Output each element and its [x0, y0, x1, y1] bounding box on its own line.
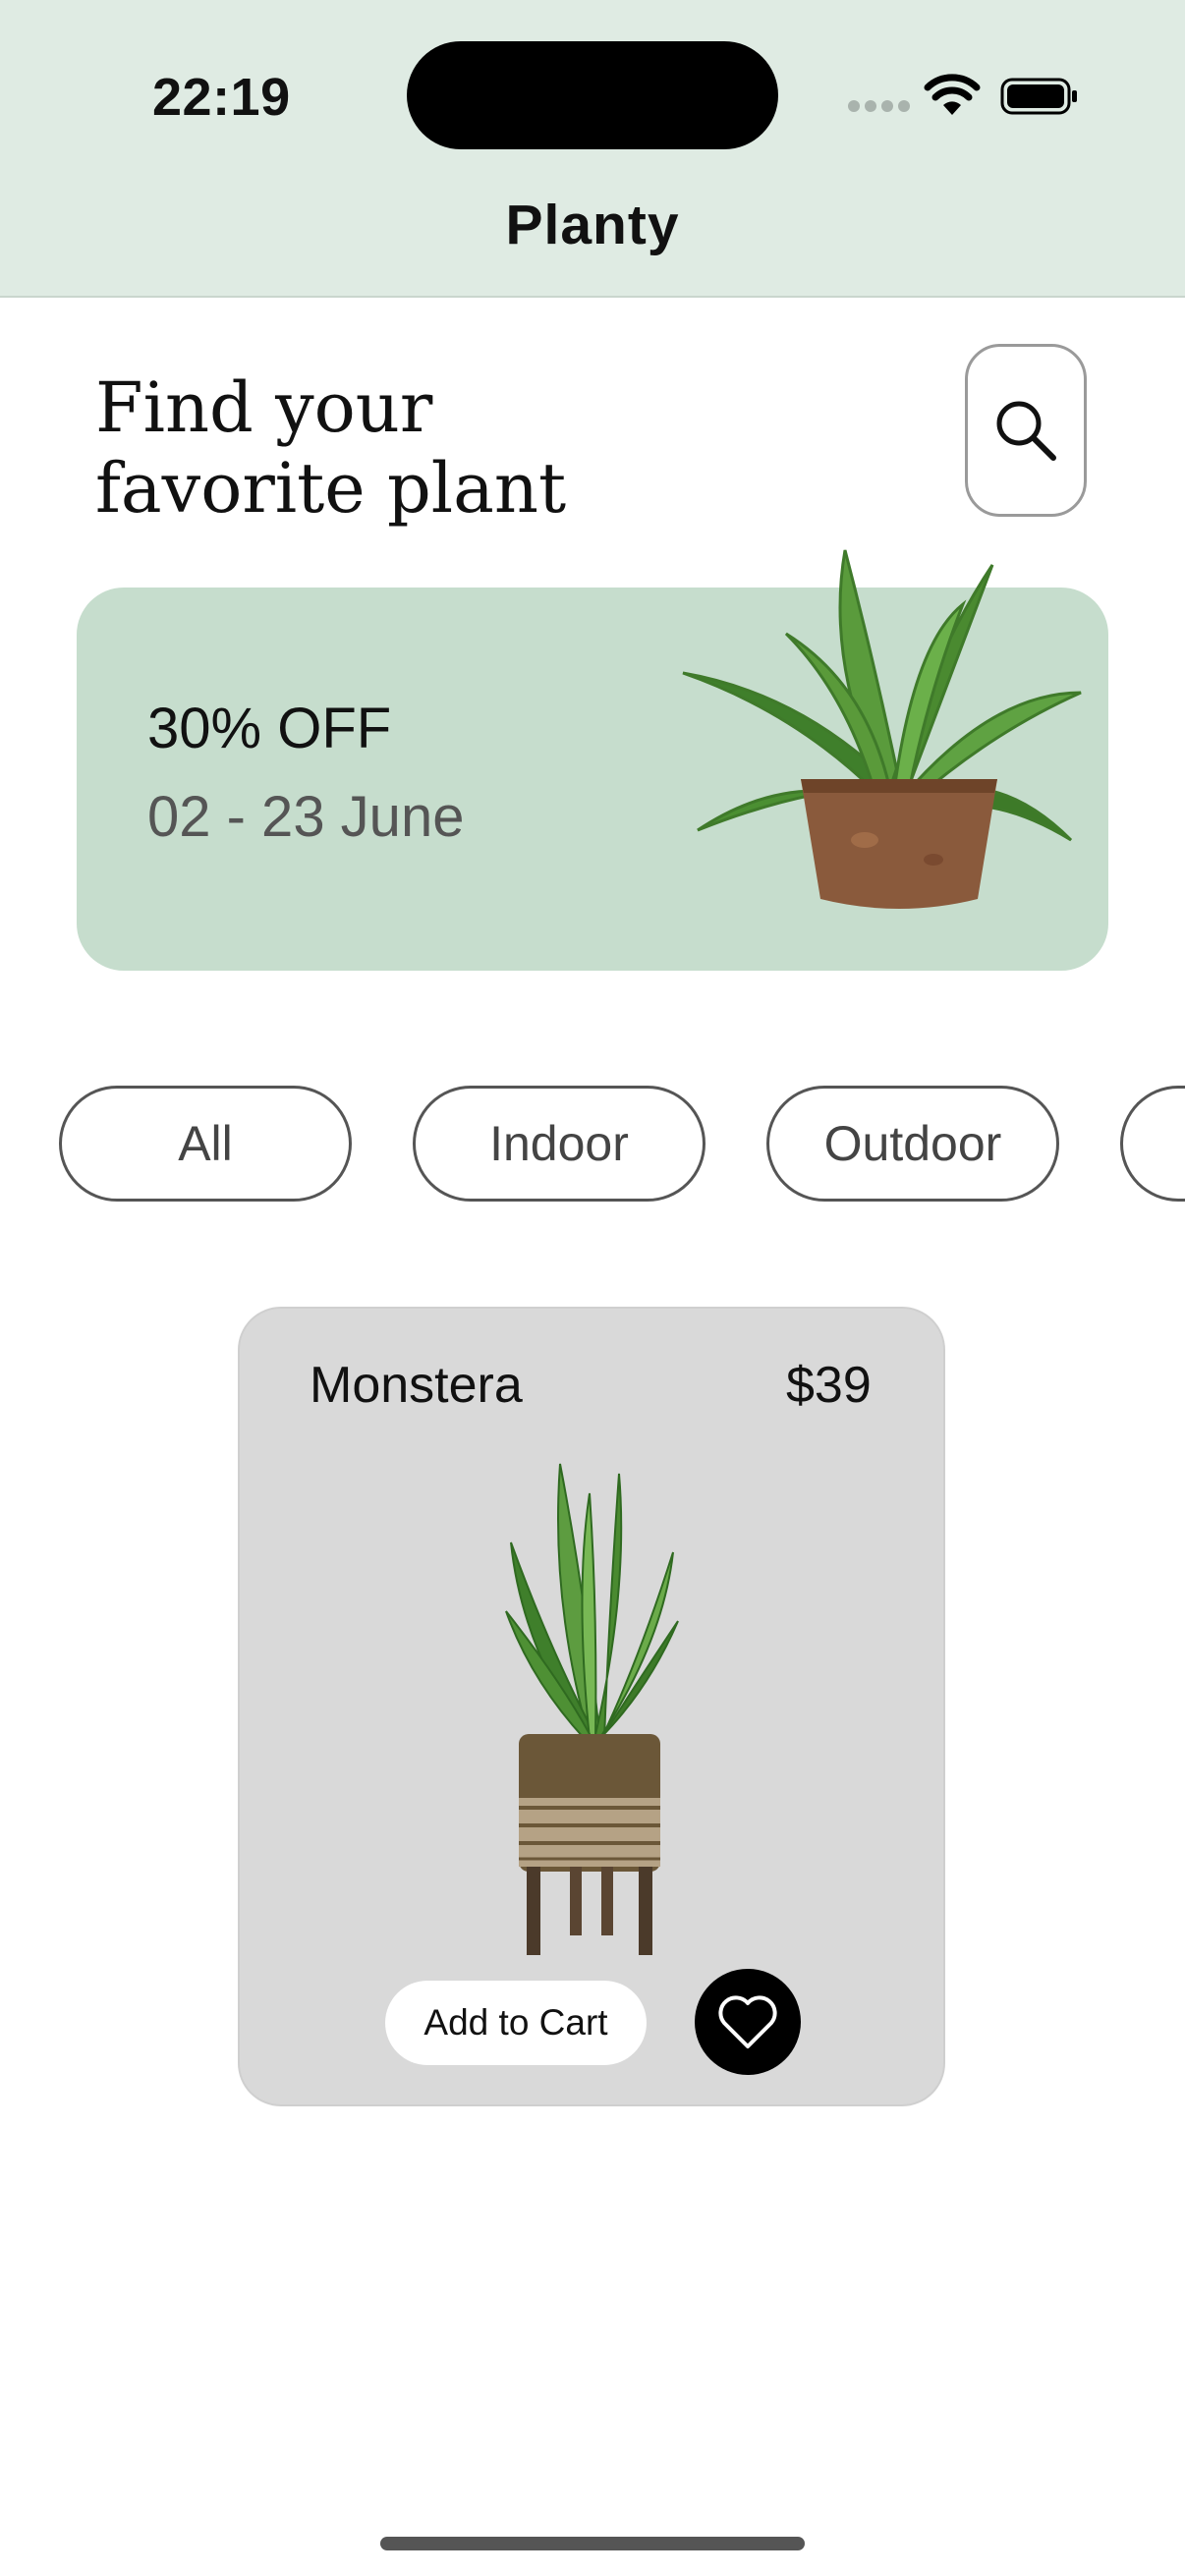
category-chip-all[interactable]: All	[59, 1086, 352, 1202]
promo-plant-image	[682, 549, 1082, 909]
favorite-button[interactable]	[695, 1969, 801, 2075]
category-chip-indoor[interactable]: Indoor	[413, 1086, 705, 1202]
product-name: Monstera	[310, 1357, 523, 1414]
cellular-signal-icon	[848, 100, 911, 114]
dynamic-island	[407, 41, 778, 149]
promo-discount: 30% OFF	[147, 697, 392, 760]
promo-dates: 02 - 23 June	[147, 785, 465, 849]
product-plant-image	[505, 1463, 679, 1955]
status-time: 22:19	[152, 68, 291, 127]
search-icon	[996, 401, 1056, 461]
product-price: $39	[786, 1357, 872, 1414]
app-title: Planty	[505, 194, 680, 256]
home-indicator[interactable]	[380, 2537, 805, 2550]
category-chip-more[interactable]	[1120, 1086, 1185, 1202]
search-button[interactable]	[965, 344, 1087, 517]
wifi-icon	[924, 74, 981, 115]
category-chip-outdoor[interactable]: Outdoor	[766, 1086, 1059, 1202]
page-heading: Find your favorite plant	[95, 367, 567, 529]
heart-icon	[718, 1995, 777, 2048]
battery-icon	[1000, 78, 1077, 115]
add-to-cart-button[interactable]: Add to Cart	[385, 1981, 647, 2065]
